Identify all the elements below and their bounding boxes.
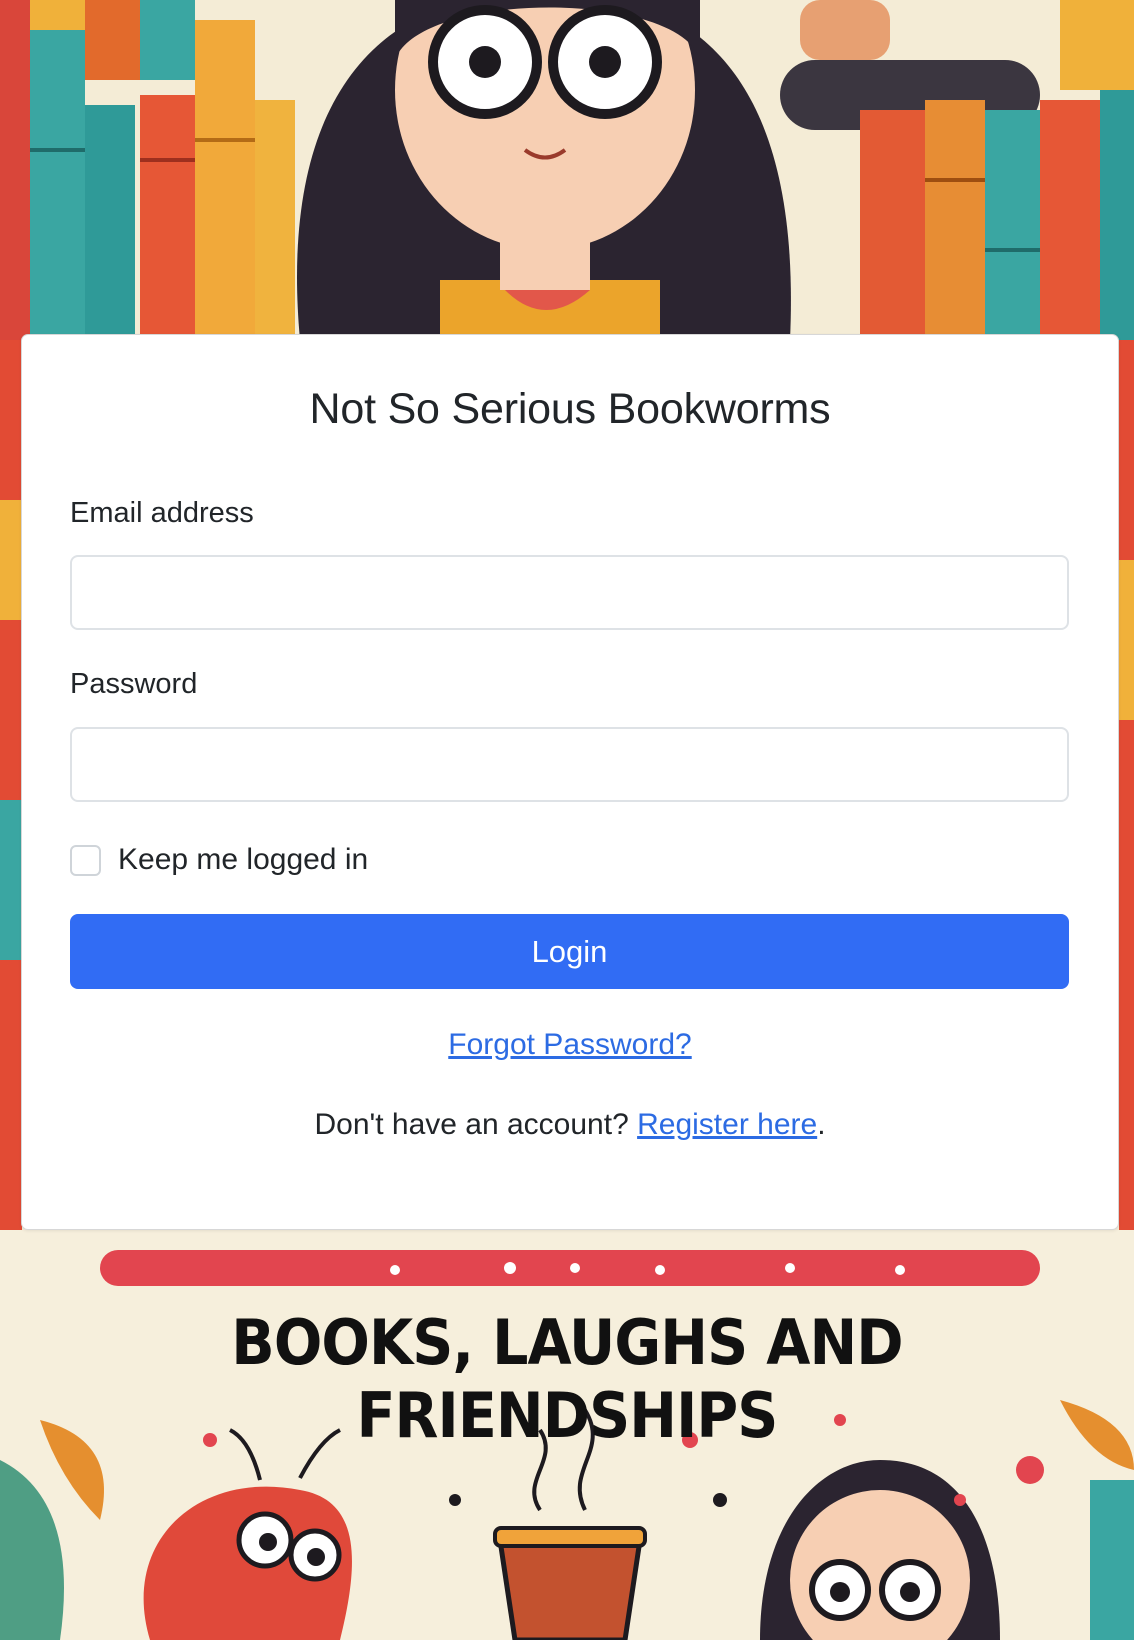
login-page: BOOKS, LAUGHS AND FRIENDSHIPS Not So Ser… (0, 0, 1134, 1640)
remember-me-checkbox[interactable] (70, 844, 101, 876)
register-prefix-text: Don't have an account? (314, 1108, 638, 1141)
register-prompt: Don't have an account? Register here. (22, 1108, 1118, 1142)
email-field[interactable] (70, 555, 1069, 630)
remember-me-row: Keep me logged in (70, 840, 368, 880)
password-field[interactable] (70, 727, 1069, 802)
remember-me-label[interactable]: Keep me logged in (118, 843, 368, 877)
login-button[interactable]: Login (70, 914, 1069, 989)
login-card: Not So Serious Bookworms Email address P… (21, 334, 1119, 1230)
register-link[interactable]: Register here (637, 1108, 817, 1141)
forgot-password-link[interactable]: Forgot Password? (448, 1028, 691, 1061)
email-label: Email address (70, 497, 254, 529)
password-label: Password (70, 668, 198, 700)
banner-tagline: BOOKS, LAUGHS AND FRIENDSHIPS (231, 1306, 903, 1452)
register-suffix-text: . (817, 1108, 826, 1141)
app-title: Not So Serious Bookworms (309, 385, 831, 433)
forgot-password-row: Forgot Password? (22, 1028, 1118, 1062)
